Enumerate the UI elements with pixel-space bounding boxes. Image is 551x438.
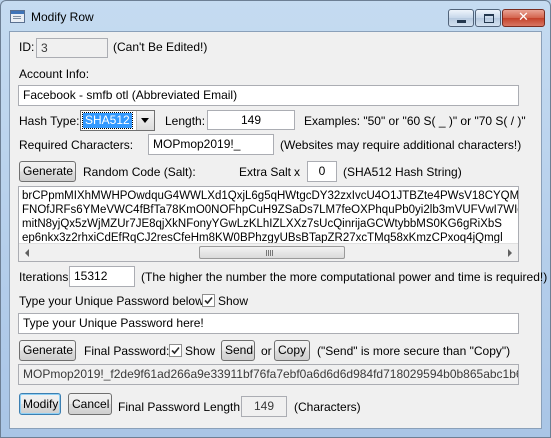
final-length-label: Final Password Length =	[118, 400, 251, 414]
chevron-down-icon[interactable]	[136, 111, 154, 130]
modify-row-window: Modify Row ✕ ID: 3 (Can't Be Edited!) Ac…	[0, 0, 551, 438]
hash-type-value: SHA512	[82, 112, 133, 129]
or-label: or	[261, 344, 272, 358]
title-bar[interactable]: Modify Row ✕	[1, 1, 550, 31]
extra-salt-label: Extra Salt	[239, 165, 292, 179]
salt-line: mitN8yjQx5zWjMZUr7JE8qjXkNFonyYGwLzKLhIZ…	[22, 218, 502, 230]
extra-salt-note: (SHA512 Hash String)	[343, 165, 462, 179]
hash-type-label: Hash Type:	[19, 114, 80, 128]
length-examples: Examples: "50" or "60 S( _ )" or "70 S( …	[304, 114, 526, 128]
checkmark-icon	[204, 296, 213, 305]
account-info-field[interactable]: Facebook - smfb otl (Abbreviated Email)	[18, 85, 519, 106]
maximize-button[interactable]	[475, 9, 501, 27]
scrollbar-thumb[interactable]	[199, 246, 345, 259]
horizontal-scrollbar[interactable]	[19, 243, 518, 261]
length-label: Length:	[165, 114, 206, 128]
show-final-checkbox[interactable]	[169, 344, 182, 357]
id-label: ID:	[19, 40, 35, 54]
minimize-button[interactable]	[448, 9, 474, 27]
required-characters-label: Required Characters:	[19, 138, 134, 152]
app-window-icon	[10, 10, 25, 23]
checkmark-icon	[171, 346, 180, 355]
scroll-left-icon[interactable]	[19, 244, 36, 261]
salt-line: FNOfJRFs6YMeVWC4fBfTa78KmO0NOFhpCuH9ZSaD…	[22, 204, 519, 216]
show-unique-label: Show	[218, 294, 249, 308]
id-note: (Can't Be Edited!)	[113, 40, 208, 54]
send-copy-note: ("Send" is more secure than "Copy")	[317, 344, 511, 358]
generate-final-button[interactable]: Generate	[19, 340, 76, 361]
salt-line: brCPpmMIXhMWHPOwdquG4WWLXd1QxjL6g5qHWtgc…	[22, 190, 519, 202]
unique-password-label: Type your Unique Password below:	[19, 294, 208, 308]
iterations-field[interactable]: 15312	[69, 266, 135, 287]
id-field: 3	[36, 38, 108, 58]
extra-salt-x-label: x	[294, 165, 300, 179]
modify-button[interactable]: Modify	[19, 393, 61, 415]
account-info-label: Account Info:	[19, 67, 90, 81]
unique-password-field[interactable]: Type your Unique Password here!	[18, 313, 519, 334]
minimize-icon	[457, 20, 466, 23]
final-length-unit: (Characters)	[294, 400, 361, 414]
final-length-field: 149	[241, 396, 287, 417]
window-title: Modify Row	[31, 10, 94, 24]
random-code-label: Random Code (Salt):	[83, 165, 196, 179]
salt-textarea[interactable]: brCPpmMIXhMWHPOwdquG4WWLXd1QxjL6g5qHWtgc…	[18, 186, 519, 262]
show-final-label: Show	[185, 344, 216, 358]
required-characters-note: (Websites may require additional charact…	[280, 138, 522, 152]
extra-salt-field[interactable]: 0	[307, 161, 337, 182]
length-field[interactable]: 149	[207, 110, 295, 130]
grip-icon	[266, 250, 267, 256]
maximize-icon	[484, 14, 494, 23]
copy-button[interactable]: Copy	[274, 340, 310, 361]
send-button[interactable]: Send	[221, 340, 255, 361]
cancel-button[interactable]: Cancel	[68, 393, 112, 415]
final-password-field[interactable]: MOPmop2019!_f2de9f61ad266a9e33911bf76fa7…	[18, 364, 519, 385]
scroll-right-icon[interactable]	[501, 244, 518, 261]
required-characters-field[interactable]: MOPmop2019!_	[148, 134, 274, 155]
hash-type-select[interactable]: SHA512	[80, 110, 155, 131]
show-unique-checkbox[interactable]	[202, 294, 215, 307]
close-button[interactable]: ✕	[502, 9, 545, 27]
iterations-label: Iterations:	[19, 270, 72, 284]
iterations-note: (The higher the number the more computat…	[141, 270, 548, 284]
close-icon: ✕	[518, 10, 529, 25]
form-panel: ID: 3 (Can't Be Edited!) Account Info: F…	[9, 31, 547, 429]
generate-salt-button[interactable]: Generate	[19, 161, 76, 182]
final-password-label: Final Password:	[84, 344, 170, 358]
